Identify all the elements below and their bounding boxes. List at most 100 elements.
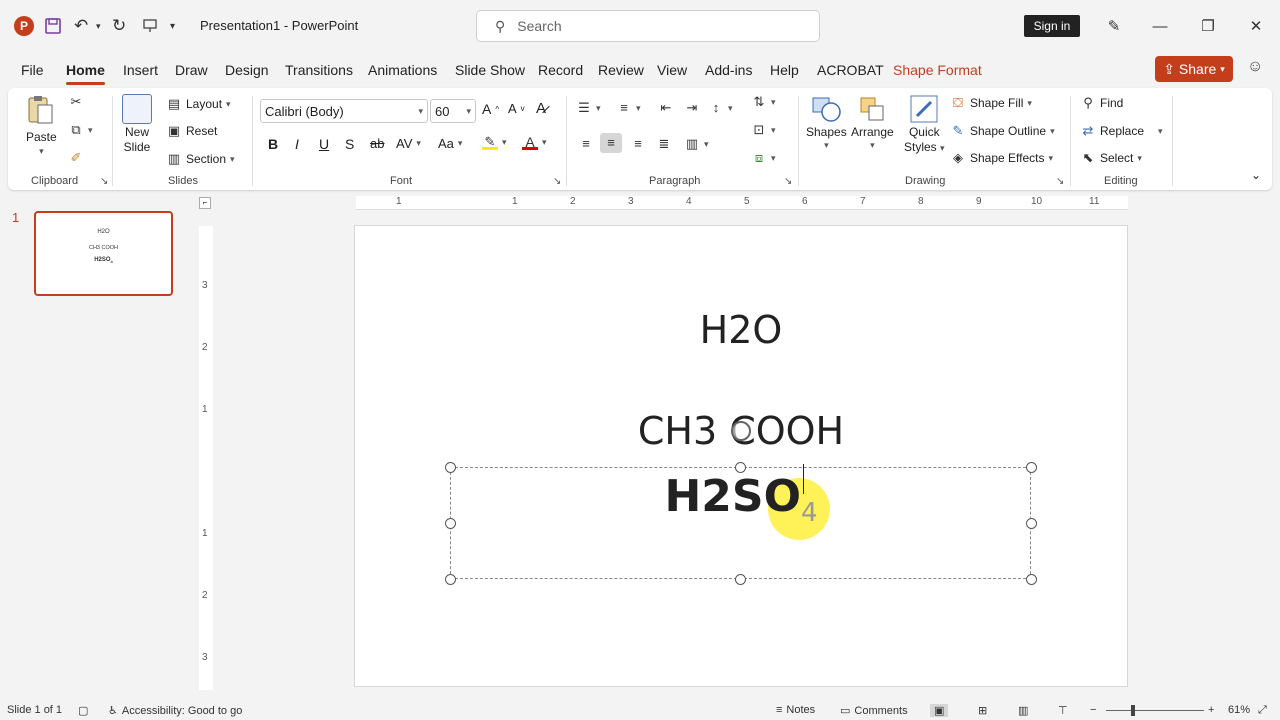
tab-animations[interactable]: Animations bbox=[368, 62, 437, 78]
highlight-color-button[interactable]: ✎ ▾ bbox=[482, 134, 507, 150]
bold-button[interactable]: B bbox=[268, 136, 278, 152]
pen-icon[interactable]: ✎ bbox=[1102, 14, 1126, 38]
zoom-in-icon[interactable]: + bbox=[1208, 704, 1214, 716]
align-left-icon[interactable]: ≡ bbox=[578, 136, 594, 152]
tab-selector[interactable]: ⌐ bbox=[199, 197, 211, 209]
character-spacing-button[interactable]: AV ▾ bbox=[396, 136, 421, 151]
normal-view-icon[interactable]: ▣ bbox=[930, 704, 949, 717]
tab-design[interactable]: Design bbox=[225, 62, 269, 78]
tab-transitions[interactable]: Transitions bbox=[285, 62, 353, 78]
resize-handle-bottom-left[interactable] bbox=[445, 574, 456, 585]
slide-text-h2so4[interactable]: H2SO4 bbox=[354, 471, 1128, 528]
font-launcher-icon[interactable]: ↘ bbox=[553, 176, 561, 187]
font-size-select[interactable]: 60 ▾ bbox=[430, 99, 476, 123]
bullets-button[interactable]: ☰ ▾ bbox=[576, 100, 600, 116]
tab-insert[interactable]: Insert bbox=[123, 62, 158, 78]
replace-button[interactable]: ⇄ Replace ▾ bbox=[1080, 123, 1163, 139]
tab-view[interactable]: View bbox=[657, 62, 687, 78]
tab-file[interactable]: File bbox=[21, 62, 44, 78]
align-text-button[interactable]: ⊡ ▾ bbox=[751, 122, 776, 138]
clipboard-launcher-icon[interactable]: ↘ bbox=[100, 176, 108, 187]
shape-outline-button[interactable]: ✎ Shape Outline ▾ bbox=[950, 123, 1055, 139]
arrange-button[interactable]: Arrange ▾ bbox=[851, 94, 894, 151]
tab-record[interactable]: Record bbox=[538, 62, 583, 78]
slide-text-h2o[interactable]: H2O bbox=[355, 308, 1127, 352]
redo-icon[interactable]: ↻ bbox=[112, 14, 126, 38]
increase-font-size-icon[interactable]: A ^ bbox=[482, 101, 499, 117]
drawing-launcher-icon[interactable]: ↘ bbox=[1056, 176, 1064, 187]
decrease-indent-icon[interactable]: ⇤ bbox=[658, 100, 674, 116]
paragraph-launcher-icon[interactable]: ↘ bbox=[784, 176, 792, 187]
align-right-icon[interactable]: ≡ bbox=[630, 136, 646, 152]
underline-button[interactable]: U bbox=[319, 136, 329, 152]
text-shadow-button[interactable]: S bbox=[345, 136, 354, 152]
undo-dropdown-icon[interactable]: ▾ bbox=[96, 14, 101, 38]
fit-to-window-icon[interactable]: ⤢ bbox=[1258, 704, 1267, 717]
decrease-font-size-icon[interactable]: Av bbox=[508, 101, 525, 116]
slide-canvas[interactable]: H2O CH3 COOH bbox=[354, 225, 1128, 687]
columns-button[interactable]: ▥ ▾ bbox=[684, 136, 709, 152]
tab-acrobat[interactable]: ACROBAT bbox=[817, 62, 884, 78]
slide-sorter-icon[interactable]: ⊞ bbox=[978, 704, 987, 717]
line-spacing-button[interactable]: ↕ ▾ bbox=[708, 100, 733, 116]
select-button[interactable]: ⬉ Select ▾ bbox=[1080, 150, 1142, 166]
tab-help[interactable]: Help bbox=[770, 62, 799, 78]
justify-icon[interactable]: ≣ bbox=[656, 136, 672, 152]
text-direction-button[interactable]: ⇅ ▾ bbox=[751, 94, 776, 110]
restore-icon[interactable]: ❐ bbox=[1196, 14, 1220, 38]
slide-thumbnail[interactable]: H2O CH3 COOH H2SO4 bbox=[34, 211, 173, 296]
clear-formatting-icon[interactable]: A̷ bbox=[536, 100, 546, 117]
undo-icon[interactable]: ↶ bbox=[74, 14, 88, 38]
tab-draw[interactable]: Draw bbox=[175, 62, 208, 78]
layout-button[interactable]: ▤ Layout ▾ bbox=[166, 96, 231, 112]
zoom-out-icon[interactable]: − bbox=[1090, 704, 1096, 716]
shape-effects-button[interactable]: ◈ Shape Effects ▾ bbox=[950, 150, 1053, 166]
tab-shape-format[interactable]: Shape Format bbox=[893, 62, 982, 78]
zoom-level[interactable]: 61% bbox=[1228, 704, 1250, 716]
find-button[interactable]: ⚲ Find bbox=[1080, 95, 1123, 111]
tab-home[interactable]: Home bbox=[66, 62, 105, 85]
quick-styles-button[interactable]: Quick Styles ▾ bbox=[904, 94, 945, 154]
format-painter-icon[interactable]: ✐ bbox=[68, 150, 84, 166]
smartart-button[interactable]: ⧈ ▾ bbox=[751, 150, 776, 166]
zoom-slider[interactable] bbox=[1106, 710, 1204, 711]
comments-icon[interactable]: ☺ bbox=[1247, 58, 1263, 76]
font-family-select[interactable]: Calibri (Body) ▾ bbox=[260, 99, 428, 123]
numbering-button[interactable]: ≡ ▾ bbox=[616, 100, 640, 116]
rotate-handle-icon[interactable] bbox=[731, 421, 751, 441]
tab-slide-show[interactable]: Slide Show bbox=[455, 62, 525, 78]
close-icon[interactable]: ✕ bbox=[1244, 14, 1268, 38]
sign-in-button[interactable]: Sign in bbox=[1024, 15, 1080, 37]
notes-button[interactable]: ≡ Notes bbox=[776, 704, 815, 716]
strikethrough-button[interactable]: ab bbox=[370, 136, 384, 151]
paste-button[interactable]: Paste ▾ bbox=[26, 94, 57, 157]
collapse-ribbon-icon[interactable]: ⌄ bbox=[1251, 168, 1261, 182]
accessibility-status[interactable]: ♿ Accessibility: Good to go bbox=[108, 704, 242, 718]
cut-icon[interactable]: ✂ bbox=[68, 94, 84, 110]
slideshow-view-icon[interactable]: ⊤ bbox=[1058, 704, 1068, 717]
font-color-button[interactable]: A ▾ bbox=[522, 134, 547, 150]
zoom-slider-thumb[interactable] bbox=[1131, 705, 1135, 716]
minimize-icon[interactable]: — bbox=[1148, 14, 1172, 38]
resize-handle-bottom-right[interactable] bbox=[1026, 574, 1037, 585]
resize-handle-bottom-center[interactable] bbox=[735, 574, 746, 585]
tab-add-ins[interactable]: Add-ins bbox=[705, 62, 752, 78]
change-case-button[interactable]: Aa ▾ bbox=[438, 136, 462, 151]
section-button[interactable]: ▥ Section ▾ bbox=[166, 151, 235, 167]
present-from-start-icon[interactable] bbox=[142, 14, 158, 38]
italic-button[interactable]: I bbox=[295, 136, 299, 152]
increase-indent-icon[interactable]: ⇥ bbox=[684, 100, 700, 116]
copy-icon[interactable]: ⧉ ▾ bbox=[68, 122, 92, 138]
spellcheck-icon[interactable]: ▢ bbox=[78, 704, 88, 717]
comments-button[interactable]: ▭ Comments bbox=[840, 704, 908, 718]
shape-fill-button[interactable]: ⛋ Shape Fill ▾ bbox=[950, 95, 1032, 111]
reset-button[interactable]: ▣ Reset bbox=[166, 123, 218, 139]
share-button[interactable]: ⇪ Share ▾ bbox=[1155, 56, 1233, 82]
customize-toolbar-icon[interactable]: ▾ bbox=[170, 14, 175, 38]
tab-review[interactable]: Review bbox=[598, 62, 644, 78]
shapes-button[interactable]: Shapes ▾ bbox=[806, 94, 847, 151]
align-center-icon[interactable]: ≡ bbox=[600, 133, 622, 153]
save-icon[interactable] bbox=[44, 14, 62, 38]
search-input[interactable]: ⚲ Search bbox=[476, 10, 820, 42]
new-slide-button[interactable]: New Slide bbox=[122, 94, 152, 154]
